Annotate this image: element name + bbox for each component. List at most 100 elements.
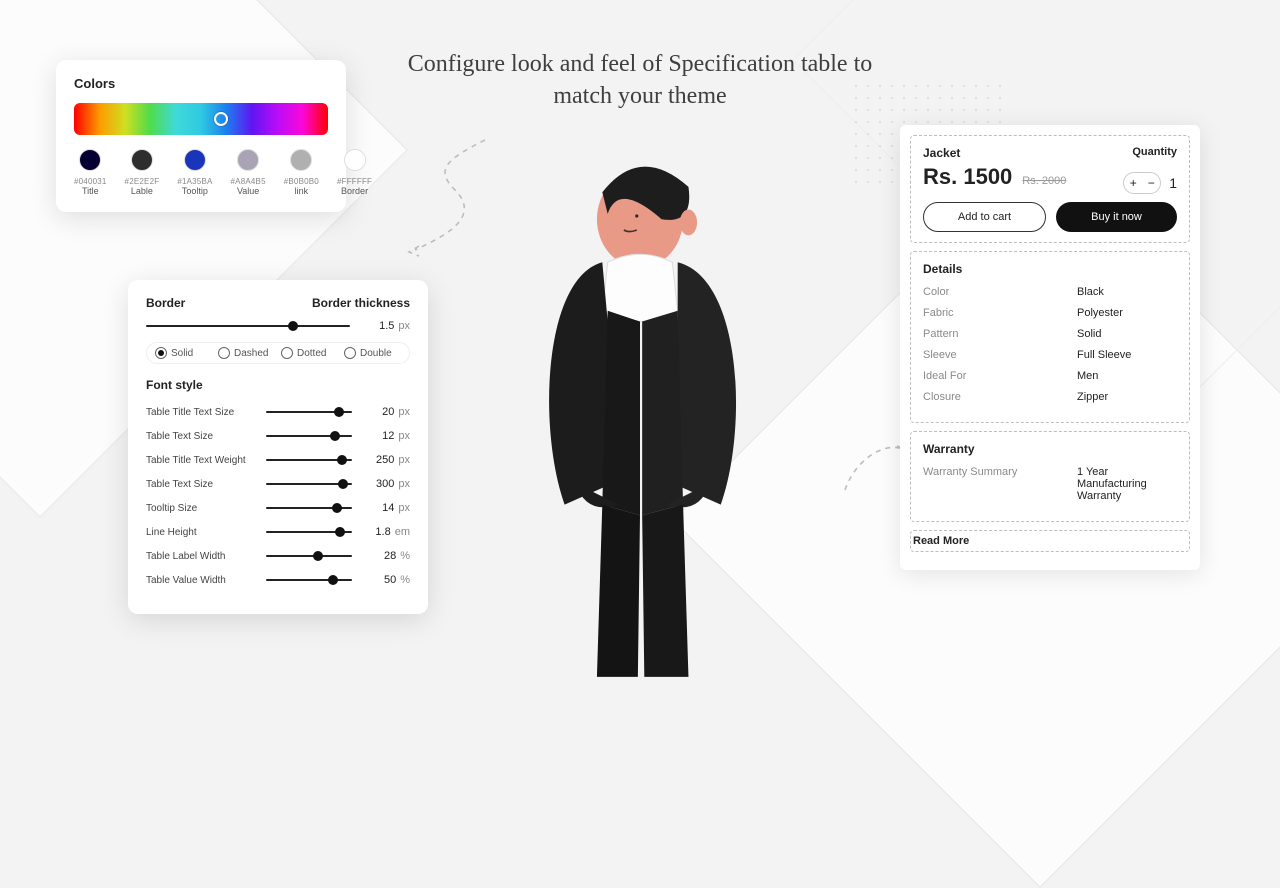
qty-minus[interactable]: − [1142, 173, 1160, 193]
font-value: 28% [364, 550, 410, 562]
arrow-to-colors [405, 130, 505, 260]
warranty-title: Warranty [923, 442, 1177, 456]
color-swatch-title[interactable]: #040031 Title [74, 149, 107, 196]
color-swatch-link[interactable]: #B0B0B0 link [284, 149, 319, 196]
slider-knob[interactable] [332, 503, 342, 513]
font-slider[interactable] [266, 411, 352, 413]
spec-row: ClosureZipper [923, 391, 1177, 403]
font-slider[interactable] [266, 531, 352, 533]
thickness-label: Border thickness [312, 296, 410, 310]
radio-icon [281, 347, 293, 359]
add-to-cart-button[interactable]: Add to cart [923, 202, 1046, 232]
font-style-title: Font style [146, 378, 410, 392]
warranty-key: Warranty Summary [923, 466, 1017, 502]
radio-icon [344, 347, 356, 359]
spec-row: Ideal ForMen [923, 370, 1177, 382]
spec-value: Full Sleeve [1077, 349, 1177, 361]
price: Rs. 1500 [923, 164, 1012, 190]
spec-row: Fabric Polyester [923, 307, 1177, 319]
qty-plus[interactable]: + [1124, 173, 1142, 193]
quantity-stepper[interactable]: + − [1123, 172, 1161, 194]
font-label: Table Value Width [146, 575, 254, 586]
swatch-dot[interactable] [344, 149, 366, 171]
slider-knob[interactable] [313, 551, 323, 561]
slider-knob[interactable] [338, 479, 348, 489]
spec-value: Polyester [1077, 307, 1177, 319]
spectrum-knob[interactable] [214, 112, 228, 126]
font-row: Table Text Size 12px [146, 430, 410, 442]
font-row: Table Title Text Weight 250px [146, 454, 410, 466]
font-row: Table Value Width 50% [146, 574, 410, 586]
border-style-dashed[interactable]: Dashed [218, 347, 275, 359]
font-slider[interactable] [266, 483, 352, 485]
border-style-solid[interactable]: Solid [155, 347, 212, 359]
color-swatch-lable[interactable]: #2E2E2F Lable [125, 149, 160, 196]
slider-knob[interactable] [335, 527, 345, 537]
spec-value: Black [1077, 286, 1177, 298]
warranty-row: Warranty Summary1 Year Manufacturing War… [923, 466, 1177, 502]
swatch-name: Title [74, 186, 107, 196]
color-swatch-border[interactable]: #FFFFFF Border [337, 149, 372, 196]
font-slider[interactable] [266, 435, 352, 437]
font-label: Table Text Size [146, 479, 254, 490]
slider-knob[interactable] [337, 455, 347, 465]
border-style-double[interactable]: Double [344, 347, 401, 359]
swatch-name: link [284, 186, 319, 196]
font-value: 1.8em [364, 526, 410, 538]
spec-row: Pattern Solid [923, 328, 1177, 340]
page-headline: Configure look and feel of Specification… [380, 48, 900, 113]
font-slider[interactable] [266, 507, 352, 509]
colors-title: Colors [74, 76, 328, 91]
border-label: Border [146, 296, 185, 310]
spec-value: Men [1077, 370, 1177, 382]
details-box: Details ColorBlackFabricPolyesterPattern… [910, 251, 1190, 423]
quantity-label: Quantity [1132, 146, 1177, 158]
swatch-hex: #B0B0B0 [284, 177, 319, 186]
color-swatch-value[interactable]: #A8A4B5 Value [231, 149, 266, 196]
purchase-box: Jacket Quantity Rs. 1500 Rs. 2000 + − 1 … [910, 135, 1190, 243]
color-spectrum[interactable] [74, 103, 328, 135]
swatch-dot[interactable] [184, 149, 206, 171]
font-value: 250px [364, 454, 410, 466]
colors-panel: Colors #040031 Title #2E2E2F Lable #1A35… [56, 60, 346, 212]
font-label: Table Title Text Size [146, 407, 254, 418]
spec-key: Fabric [923, 307, 954, 319]
font-label: Tooltip Size [146, 503, 254, 514]
border-style-dotted[interactable]: Dotted [281, 347, 338, 359]
slider-knob[interactable] [334, 407, 344, 417]
font-value: 20px [364, 406, 410, 418]
details-title: Details [923, 262, 1177, 276]
swatch-hex: #A8A4B5 [231, 177, 266, 186]
swatch-name: Value [231, 186, 266, 196]
swatch-hex: #2E2E2F [125, 177, 160, 186]
font-value: 300px [364, 478, 410, 490]
spec-key: Closure [923, 391, 961, 403]
product-name: Jacket [923, 146, 960, 160]
slider-knob[interactable] [330, 431, 340, 441]
font-label: Line Height [146, 527, 254, 538]
font-slider[interactable] [266, 579, 352, 581]
font-slider[interactable] [266, 459, 352, 461]
read-more-button[interactable]: Read More [910, 530, 1190, 552]
swatch-dot[interactable] [237, 149, 259, 171]
radio-icon [155, 347, 167, 359]
old-price: Rs. 2000 [1022, 175, 1066, 187]
swatch-dot[interactable] [290, 149, 312, 171]
color-swatch-tooltip[interactable]: #1A35BA Tooltip [177, 149, 212, 196]
swatch-dot[interactable] [79, 149, 101, 171]
swatch-name: Lable [125, 186, 160, 196]
font-row: Tooltip Size 14px [146, 502, 410, 514]
font-row: Table Title Text Size 20px [146, 406, 410, 418]
font-slider[interactable] [266, 555, 352, 557]
spec-key: Pattern [923, 328, 958, 340]
spec-value: Solid [1077, 328, 1177, 340]
buy-now-button[interactable]: Buy it now [1056, 202, 1177, 232]
slider-knob[interactable] [328, 575, 338, 585]
font-label: Table Text Size [146, 431, 254, 442]
spec-row: SleeveFull Sleeve [923, 349, 1177, 361]
swatch-dot[interactable] [131, 149, 153, 171]
border-panel: Border Border thickness 1.5 px SolidDash… [128, 280, 428, 614]
thickness-knob[interactable] [288, 321, 298, 331]
thickness-slider[interactable] [146, 325, 350, 327]
font-value: 14px [364, 502, 410, 514]
